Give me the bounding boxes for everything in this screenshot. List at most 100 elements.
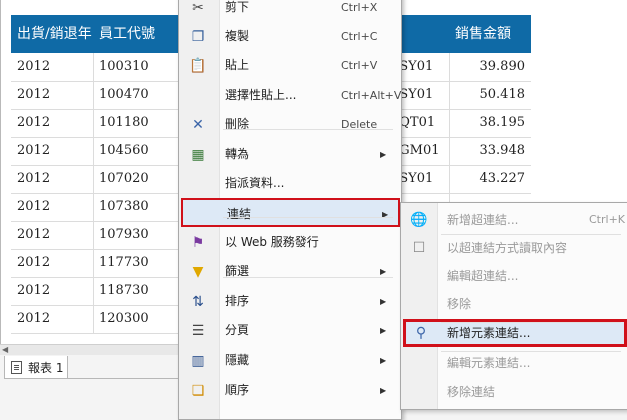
header-amount[interactable]: 銷售金額: [449, 15, 531, 53]
cell-employee: 101180: [99, 115, 149, 130]
scissors-icon: ✂: [192, 0, 204, 16]
menu-item-label: 剪下: [225, 0, 250, 14]
menu-item[interactable]: ✂ 剪下 Ctrl+X: [179, 0, 401, 22]
cell-year: 2012: [17, 143, 51, 158]
submenu-separator: [441, 322, 621, 323]
cell-employee: 100470: [99, 87, 149, 102]
submenu-arrow-icon: ▶: [380, 326, 387, 335]
submenu-item[interactable]: 🌐 新增超連結... Ctrl+K: [401, 206, 627, 234]
paste-icon: 📋: [189, 58, 207, 74]
cell-employee: 100310: [99, 59, 149, 74]
cell-year: 2012: [17, 255, 51, 270]
menu-item[interactable]: ✕ 刪除 Delete: [179, 110, 401, 139]
header-employee[interactable]: 員工代號: [93, 15, 181, 53]
menu-item[interactable]: ❐ 複製 Ctrl+C: [179, 22, 401, 51]
menu-item[interactable]: ❏ 順序 ▶: [179, 376, 401, 405]
publish-icon: ⚑: [191, 235, 205, 251]
submenu-item[interactable]: ⚲ 新增元素連結...: [403, 319, 627, 347]
scroll-left-icon[interactable]: ◀: [2, 345, 8, 355]
menu-item[interactable]: ⚑ 以 Web 服務發行: [179, 228, 401, 257]
submenu-item[interactable]: 移除: [401, 290, 627, 318]
cell-employee: 118730: [99, 283, 149, 298]
menu-item-label: 指派資料...: [225, 176, 285, 190]
submenu-separator: [441, 234, 621, 235]
cell-amount: 43.227: [479, 171, 526, 186]
sort-icon: ⇅: [192, 294, 204, 310]
submenu-separator: [441, 351, 621, 352]
menu-item-label: 刪除: [225, 117, 250, 131]
submenu-item[interactable]: 編輯超連結...: [401, 262, 627, 290]
cell-employee: 104560: [99, 143, 149, 158]
menu-item[interactable]: ▼ 篩選 ▶: [179, 257, 401, 286]
menu-item-shortcut: Ctrl+X: [341, 1, 378, 14]
menu-item[interactable]: 選擇性貼上... Ctrl+Alt+V: [179, 81, 401, 110]
sheet-tab[interactable]: 報表 1: [4, 356, 68, 379]
cell-year: 2012: [17, 227, 51, 242]
submenu-item[interactable]: 移除連結: [401, 378, 627, 406]
menu-item-label: 複製: [225, 29, 250, 43]
cell-amount: 33.948: [479, 143, 526, 158]
menu-item-label: 選擇性貼上...: [225, 88, 297, 102]
submenu-item-label: 編輯超連結...: [447, 269, 519, 283]
menu-item-shortcut: Ctrl+C: [341, 30, 378, 43]
submenu-arrow-icon: ▶: [380, 386, 387, 395]
cell-year: 2012: [17, 199, 51, 214]
menu-item-label: 順序: [225, 383, 250, 397]
menu-item-label: 排序: [225, 294, 250, 308]
submenu-arrow-icon: ▶: [380, 150, 387, 159]
cell-year: 2012: [17, 311, 51, 326]
menu-item-label: 隱藏: [225, 353, 250, 367]
convert-icon: ▦: [191, 147, 205, 163]
menu-item-label: 篩選: [225, 264, 250, 278]
report-doc-icon: [11, 360, 22, 374]
order-icon: ❏: [191, 383, 205, 399]
menu-item[interactable]: ⇅ 排序 ▶: [179, 287, 401, 316]
cell-employee: 120300: [99, 311, 149, 326]
menu-item-label: 以 Web 服務發行: [225, 235, 319, 249]
submenu-item-label: 編輯元素連結...: [447, 356, 531, 370]
cell-employee: 117730: [99, 255, 149, 270]
menu-item-shortcut: Ctrl+V: [341, 59, 378, 72]
element-link-icon: ⚲: [415, 325, 427, 341]
cell-employee: 107380: [99, 199, 149, 214]
header-year[interactable]: 出貨/銷退年: [11, 15, 93, 53]
filter-icon: ▼: [192, 264, 204, 280]
cell-amount: 38.195: [479, 115, 526, 130]
delete-icon: ✕: [192, 117, 204, 133]
cell-employee: 107020: [99, 171, 149, 186]
cell-amount: 39.890: [479, 59, 526, 74]
menu-item[interactable]: 連結 ▶: [181, 198, 400, 227]
menu-item-shortcut: Delete: [341, 118, 378, 131]
hide-icon: ▥: [191, 353, 205, 369]
submenu-item[interactable]: 編輯元素連結...: [401, 349, 627, 377]
cell-year: 2012: [17, 283, 51, 298]
cell-employee: 107930: [99, 227, 149, 242]
cell-year: 2012: [17, 87, 51, 102]
submenu-item-shortcut: Ctrl+K: [589, 213, 626, 226]
submenu-item[interactable]: ☐ 以超連結方式讀取內容: [401, 234, 627, 262]
submenu-arrow-icon: ▶: [380, 297, 387, 306]
context-menu: ✂ 剪下 Ctrl+X ❐ 複製 Ctrl+C 📋 貼上 Ctrl+V 選擇性貼上... Ctrl+…: [178, 0, 402, 420]
submenu-item-label: 新增元素連結...: [447, 326, 531, 340]
menu-separator: [223, 277, 393, 278]
cell-year: 2012: [17, 59, 51, 74]
paging-icon: ☰: [191, 323, 205, 339]
submenu-arrow-icon: ▶: [382, 210, 389, 219]
menu-item[interactable]: 指派資料...: [179, 169, 401, 198]
horizontal-scrollbar[interactable]: ◀: [0, 344, 200, 355]
submenu-item-label: 以超連結方式讀取內容: [447, 241, 568, 255]
menu-item-label: 分頁: [225, 323, 250, 337]
submenu-item-label: 移除連結: [447, 385, 496, 399]
menu-separator: [223, 217, 393, 218]
cell-amount: 50.418: [479, 87, 526, 102]
hyperlink-icon: 🌐: [410, 212, 428, 228]
cell-year: 2012: [17, 115, 51, 130]
menu-item[interactable]: ☰ 分頁 ▶: [179, 316, 401, 345]
submenu-arrow-icon: ▶: [380, 267, 387, 276]
menu-item[interactable]: 📋 貼上 Ctrl+V: [179, 51, 401, 80]
menu-item[interactable]: ▥ 隱藏 ▶: [179, 346, 401, 375]
menu-separator: [223, 129, 393, 130]
menu-item[interactable]: ▦ 轉為 ▶: [179, 140, 401, 169]
copy-icon: ❐: [191, 29, 205, 45]
sheet-tab-label: 報表 1: [28, 360, 64, 375]
